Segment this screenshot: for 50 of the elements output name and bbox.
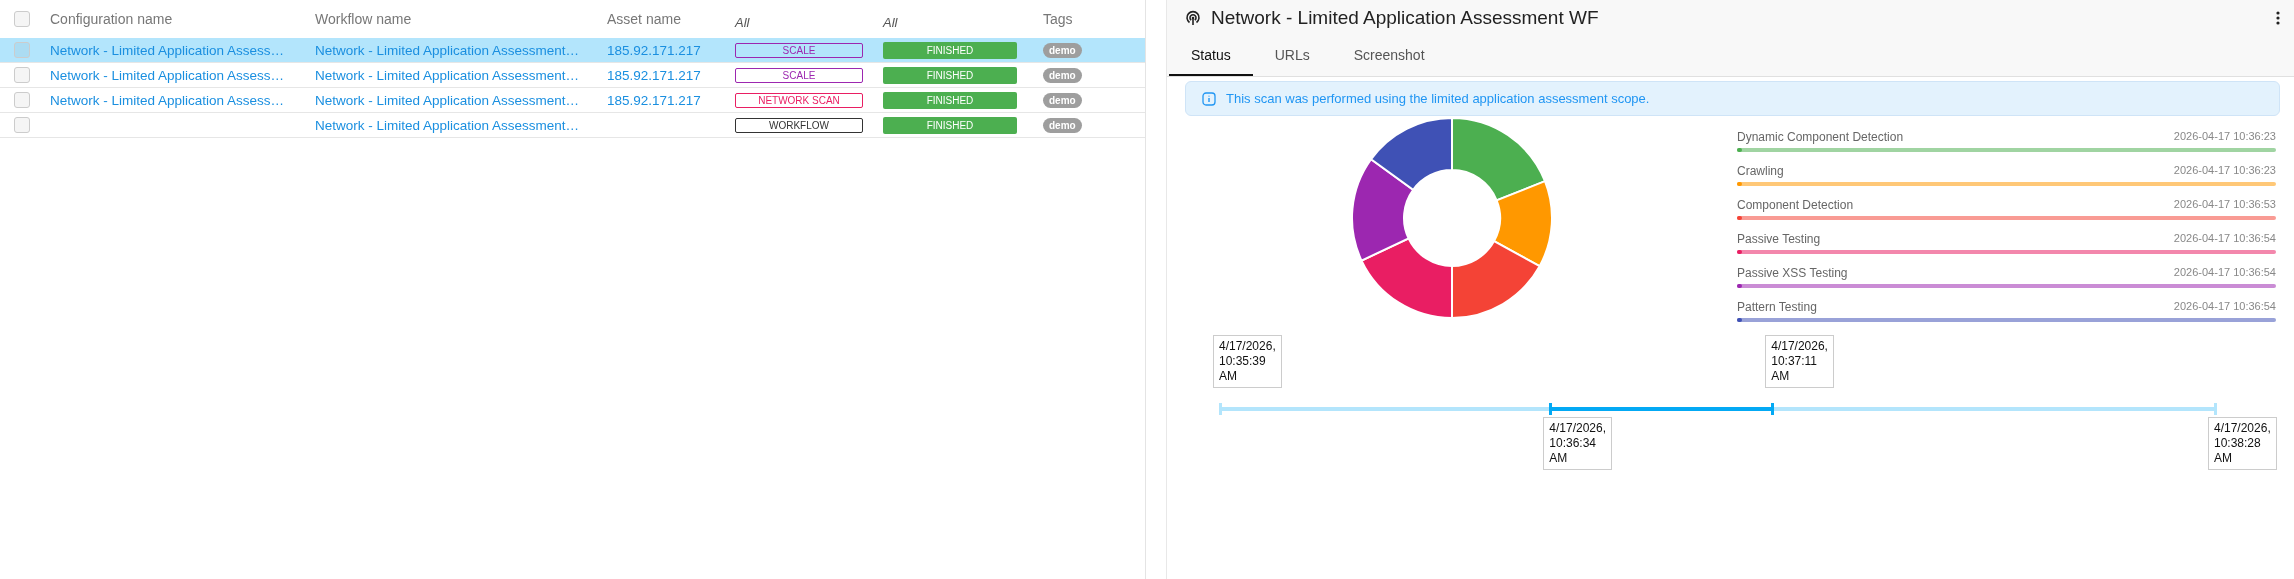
asset-link[interactable]: 185.92.171.217 <box>607 67 701 83</box>
phase-label: Passive Testing <box>1737 232 1821 246</box>
configuration-link[interactable]: Network - Limited Application Assess… <box>50 92 285 108</box>
source-badge: SCALE <box>735 42 863 58</box>
timestamp-label: 4/17/2026, 10:36:34 AM <box>1543 417 1613 470</box>
column-filter[interactable]: All <box>735 14 750 30</box>
column-header[interactable]: Workflow name <box>315 11 412 27</box>
table-row[interactable]: Network - Limited Application Assess… Network - Limited Application Assessment… 185.92.171.217 SCALE FINISHED demo <box>0 38 1145 63</box>
phase-time: 2026-04-17 10:36:54 <box>2173 300 2276 314</box>
workflow-link[interactable]: Network - Limited Application Assessment… <box>315 92 580 108</box>
status-badge: FINISHED <box>883 116 1017 134</box>
status-badge: FINISHED <box>883 91 1017 109</box>
timestamp-label: 4/17/2026, 10:38:28 AM <box>2208 417 2277 470</box>
tag-chip: demo <box>1043 92 1082 108</box>
tab[interactable]: Status <box>1169 36 1253 76</box>
workflow-link[interactable]: Network - Limited Application Assessment… <box>315 67 580 83</box>
tab[interactable]: Screenshot <box>1331 36 1447 76</box>
phase-time: 2026-04-17 10:36:54 <box>2173 232 2276 246</box>
column-header[interactable]: Configuration name <box>50 11 173 27</box>
source-badge: SCALE <box>735 67 863 83</box>
configuration-link[interactable]: Network - Limited Application Assess… <box>50 67 285 83</box>
status-badge: FINISHED <box>883 66 1017 84</box>
tag-chip: demo <box>1043 117 1082 133</box>
tag-chip: demo <box>1043 67 1082 83</box>
asset-link[interactable]: 185.92.171.217 <box>607 92 701 108</box>
phase-time: 2026-04-17 10:36:23 <box>2173 164 2276 178</box>
tag-chip: demo <box>1043 42 1082 58</box>
phase-label: Crawling <box>1737 164 1784 178</box>
status-badge: FINISHED <box>883 41 1017 59</box>
phase-time: 2026-04-17 10:36:23 <box>2173 130 2276 144</box>
phase-label: Dynamic Component Detection <box>1737 130 1904 144</box>
column-header[interactable]: Asset name <box>607 11 681 27</box>
asset-link[interactable]: 185.92.171.217 <box>607 42 701 58</box>
workflow-link[interactable]: Network - Limited Application Assessment… <box>315 117 580 133</box>
source-badge: NETWORK SCAN <box>735 92 863 108</box>
phase-label: Passive XSS Testing <box>1737 266 1848 280</box>
configuration-link[interactable]: Network - Limited Application Assess… <box>50 42 285 58</box>
detail-title: Network - Limited Application Assessment WF <box>1211 7 1600 29</box>
phase-label: Component Detection <box>1737 198 1854 212</box>
column-header[interactable]: Tags <box>1043 11 1073 27</box>
column-filter[interactable]: All <box>883 14 898 30</box>
phase-label: Pattern Testing <box>1737 300 1817 314</box>
phase-time: 2026-04-17 10:36:54 <box>2173 266 2276 280</box>
phase-time: 2026-04-17 10:36:53 <box>2173 198 2276 212</box>
workflow-link[interactable]: Network - Limited Application Assessment… <box>315 42 580 58</box>
timestamp-label: 4/17/2026, 10:35:39 AM <box>1213 335 1282 388</box>
tab[interactable]: URLs <box>1252 36 1332 76</box>
info-text: This scan was performed using the limited application assessment scope. <box>1226 91 1650 106</box>
timestamp-label: 4/17/2026, 10:37:11 AM <box>1765 335 1834 388</box>
source-badge: WORKFLOW <box>735 117 863 133</box>
